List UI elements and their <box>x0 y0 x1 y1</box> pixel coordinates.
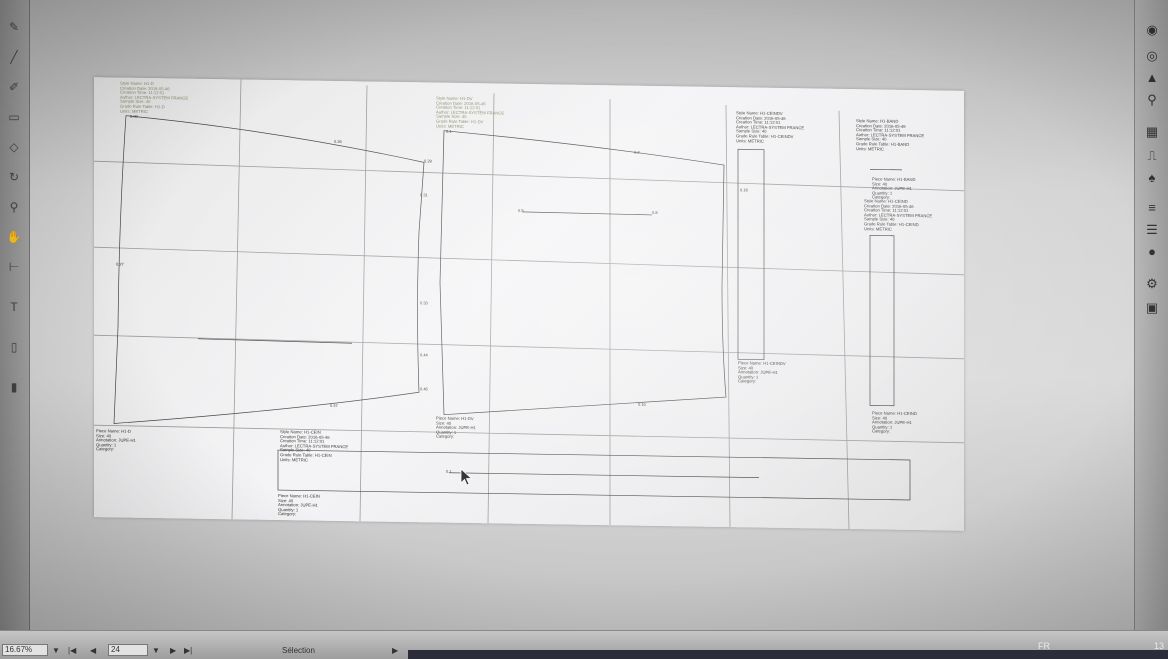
point-label: 0.8 <box>652 209 658 216</box>
snap-icon[interactable]: ⎍ <box>1143 148 1161 164</box>
piece-name-h1-ceindv: Piece Name: H1-CEINDV Size: 40 Annotatio… <box>738 360 786 384</box>
point-label: 0.26 <box>334 138 342 145</box>
point-label: 0.27 <box>116 261 124 267</box>
first-page-icon[interactable]: |◀ <box>68 645 76 657</box>
prev-page-icon[interactable]: ◀ <box>90 645 96 657</box>
right-panel: ◉ ◎ ▲ ⚲ ▦ ⎍ ♠ ≡ ☰ ● ⚙ ▣ <box>1134 0 1168 630</box>
piece-info-h1-ceindv: Style Name: H1-CEINDV Creation Date: 201… <box>736 110 805 144</box>
text-tool-icon[interactable]: T <box>6 300 22 314</box>
left-toolbar: ✎ ╱ ✐ ▭ ◇ ↻ ⚲ ✋ ⊢ T ▯ ▮ <box>0 0 30 630</box>
piece-h1-d-outline <box>113 115 425 424</box>
frame-tool-icon[interactable]: ▯ <box>6 340 22 354</box>
zoom-dropdown-icon[interactable]: ▼ <box>52 645 60 657</box>
eraser-icon[interactable]: ▭ <box>6 110 22 124</box>
grid-icon[interactable]: ▦ <box>1143 124 1161 140</box>
point-label: 0.5 <box>518 207 524 213</box>
point-label: 0.16 <box>638 401 646 407</box>
tool-mode-label: Sélection <box>282 646 315 655</box>
pattern-sheet[interactable]: Style Name: H1-D Creation Date: 2016-05-… <box>94 77 964 531</box>
tile-grid <box>94 79 964 530</box>
windows-taskbar <box>408 650 1168 659</box>
piece-info-h1-cein: Style Name: H1-CEIN Creation Date: 2016-… <box>280 429 349 463</box>
layers-icon[interactable]: ◉ <box>1143 22 1161 38</box>
point-label: 0.29 <box>424 158 432 164</box>
page-number-input[interactable]: 24 <box>108 644 148 656</box>
spade-icon[interactable]: ♠ <box>1143 170 1161 186</box>
piece-info-h1-ceind: Style Name: H1-CEIND Creation Date: 2016… <box>864 198 933 232</box>
line-tool-icon[interactable]: ╱ <box>6 50 22 64</box>
status-arrow-right-icon[interactable]: ▶ <box>392 645 398 657</box>
align-icon[interactable]: ≡ <box>1143 200 1161 216</box>
piece-h1-cein-outline <box>277 449 911 501</box>
piece-h1-ceindv-outline <box>737 148 765 361</box>
zoom-tool-icon[interactable]: ⚲ <box>6 200 22 214</box>
last-page-icon[interactable]: ▶| <box>184 645 192 657</box>
page-dropdown-icon[interactable]: ▼ <box>152 645 160 657</box>
rotate-tool-icon[interactable]: ↻ <box>6 170 22 184</box>
piece-name-h1-d: Piece Name: H1-D Size: 40 Annotation: JU… <box>96 428 136 452</box>
pencil-icon[interactable]: ✎ <box>6 20 22 34</box>
panel-icon[interactable]: ▣ <box>1143 300 1161 316</box>
brush-icon[interactable]: ✐ <box>6 80 22 94</box>
node-tool-icon[interactable]: ◇ <box>6 140 22 154</box>
list-icon[interactable]: ☰ <box>1143 222 1161 238</box>
piece-h1-dv-outline <box>439 130 727 416</box>
point-label: 0.46 <box>420 386 428 392</box>
piece-name-h1-band: Piece Name: H1-BAND Size: 40 Annotation:… <box>872 176 916 201</box>
point-label: 0.2 <box>634 149 640 155</box>
clock: 13 <box>1154 641 1165 651</box>
piece-name-h1-dv: Piece Name: H1-DV Size: 40 Annotation: J… <box>436 415 476 440</box>
point-label: 0.44 <box>420 352 428 358</box>
point-label: 0.1 <box>446 128 452 134</box>
fill-tool-icon[interactable]: ▮ <box>6 380 22 394</box>
piece-name-h1-cein: Piece Name: H1-CEIN Size: 40 Annotation:… <box>278 493 320 517</box>
measure-tool-icon[interactable]: ⊢ <box>6 260 22 274</box>
next-page-icon[interactable]: ▶ <box>170 645 176 657</box>
point-label: 0.00 <box>130 113 138 119</box>
circle-icon[interactable]: ● <box>1143 244 1161 260</box>
settings-icon[interactable]: ⚙ <box>1143 276 1161 292</box>
pattern-drawing <box>94 79 964 530</box>
point-label: 0.47 <box>330 402 338 408</box>
arrange-icon[interactable]: ▲ <box>1143 70 1161 86</box>
piece-info-h1-dv: Style Name: H1-DV Creation Date: 2016-05… <box>436 95 505 129</box>
eye-icon[interactable]: ◎ <box>1143 48 1161 64</box>
piece-h1-ceind-outline <box>869 235 895 407</box>
piece-info-h1-band: Style Name: H1-BAND Creation Date: 2016-… <box>856 118 925 152</box>
piece-h1-band-outline <box>870 169 902 171</box>
mouse-cursor-icon <box>460 468 473 486</box>
point-label: 0.31 <box>420 192 428 198</box>
zoom-level[interactable]: 16.67% <box>2 644 48 656</box>
hand-tool-icon[interactable]: ✋ <box>6 230 22 244</box>
piece-name-h1-ceind: Piece Name: H1-CEIND Size: 40 Annotation… <box>872 410 917 435</box>
point-label: 0.1 <box>446 468 452 474</box>
point-label: 0.18 <box>740 187 748 193</box>
zoom-icon[interactable]: ⚲ <box>1143 92 1161 108</box>
piece-info-h1-d: Style Name: H1-D Creation Date: 2016-05-… <box>120 80 189 114</box>
point-label: 0.33 <box>420 300 428 306</box>
language-indicator[interactable]: FR <box>1038 641 1050 651</box>
